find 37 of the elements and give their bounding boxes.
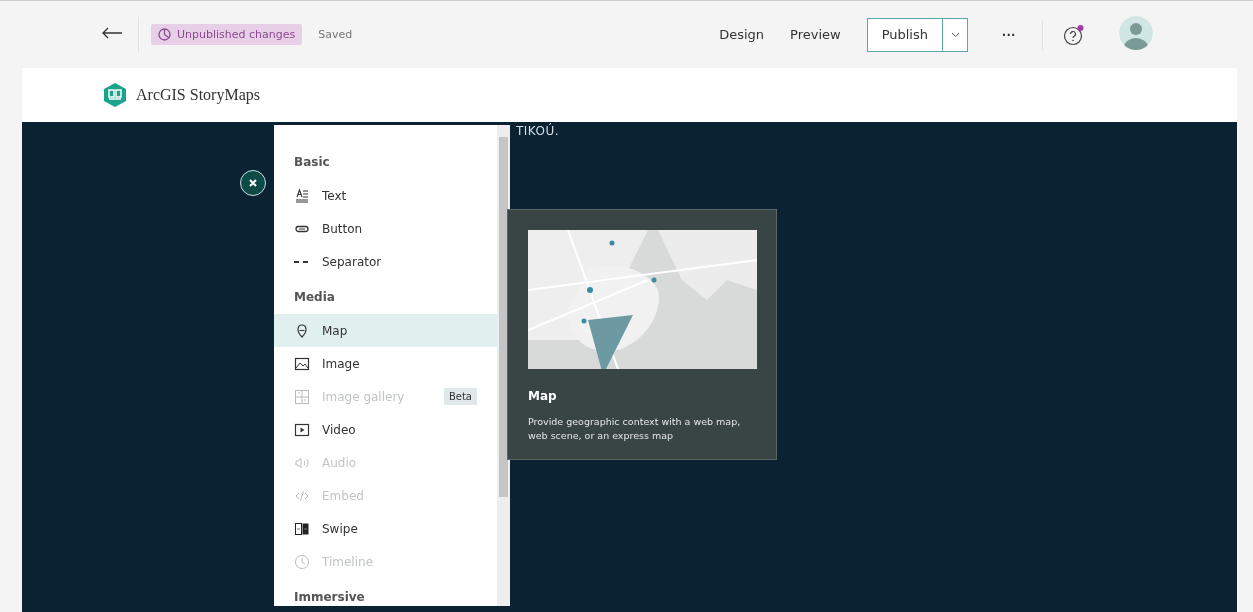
publish-button[interactable]: Publish	[867, 18, 942, 51]
block-menu-item[interactable]: Image	[274, 347, 497, 380]
nav-tab[interactable]: Preview	[790, 23, 841, 46]
block-menu-item[interactable]: Map	[274, 314, 497, 347]
map-pin-icon	[294, 322, 310, 339]
help-button[interactable]	[1063, 23, 1085, 46]
beta-badge: Beta	[443, 388, 477, 405]
chevron-down-icon	[950, 31, 960, 38]
split-panel-icon	[294, 520, 310, 537]
play-icon	[294, 421, 310, 438]
section-heading: Immersive	[293, 589, 366, 606]
block-menu-item[interactable]: Video	[274, 413, 497, 446]
tooltip-title: Map	[528, 389, 558, 403]
more-button[interactable]: ···	[996, 25, 1022, 44]
gallery-grid-icon	[294, 388, 310, 405]
status-badge: Unpublished changes	[151, 24, 303, 45]
block-menu-item[interactable]: Button	[274, 212, 497, 245]
block-menu-item[interactable]: Separator	[274, 245, 497, 278]
story-text: TIKOÚ.	[516, 124, 560, 138]
nav-tab[interactable]: Design	[719, 23, 765, 46]
section-heading: Basic	[293, 154, 331, 171]
image-icon	[294, 355, 310, 372]
avatar-icon[interactable]	[1119, 16, 1153, 50]
block-menu-item[interactable]: Swipe	[274, 512, 497, 545]
section-heading: Media	[293, 289, 336, 306]
publish-dropdown-button[interactable]	[942, 18, 967, 51]
tooltip-description: Provide geographic context with a web map, web scene, or an express map	[528, 415, 742, 443]
close-icon	[248, 178, 258, 188]
block-menu-item[interactable]: Text	[274, 179, 497, 212]
text-format-icon	[294, 187, 310, 204]
dashed-line-icon	[294, 260, 308, 263]
back-arrow-icon[interactable]	[100, 26, 124, 40]
save-status: Saved	[318, 28, 353, 41]
storymaps-logo-icon	[104, 83, 126, 107]
close-button[interactable]	[240, 170, 266, 196]
brand-name: ArcGIS StoryMaps	[136, 86, 260, 104]
clock-icon	[294, 553, 310, 570]
